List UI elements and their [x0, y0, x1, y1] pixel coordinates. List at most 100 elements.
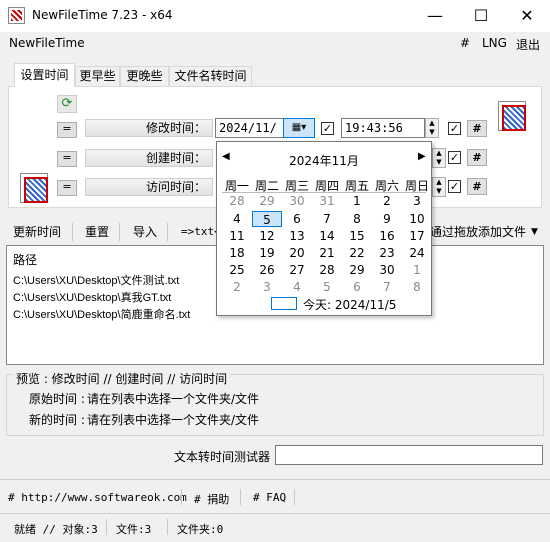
- close-button[interactable]: ✕: [504, 0, 550, 32]
- mod-date-field[interactable]: 2024/11/ 5: [215, 118, 284, 153]
- drag-drop-add-files[interactable]: 通过拖放添加文件: [430, 222, 526, 242]
- menu-app-name[interactable]: NewFileTime: [9, 36, 85, 50]
- mod-equal-button[interactable]: =: [57, 122, 77, 138]
- calendar-day[interactable]: 27: [282, 262, 312, 278]
- tab-filename-to-time[interactable]: 文件名转时间: [169, 66, 252, 87]
- calendar-day[interactable]: 1: [342, 193, 372, 209]
- mod-time-field[interactable]: 19:43:56: [341, 118, 425, 138]
- chevron-down-icon[interactable]: ▼: [531, 222, 538, 242]
- list-item[interactable]: C:\Users\XU\Desktop\文件测试.txt: [13, 272, 179, 288]
- tab-earlier[interactable]: 更早些: [75, 66, 120, 87]
- new-time-label: 新的时间 :: [29, 413, 85, 427]
- calendar-day[interactable]: 8: [402, 279, 432, 295]
- calendar-day[interactable]: 15: [342, 228, 372, 244]
- calendar-day[interactable]: 13: [282, 228, 312, 244]
- list-item[interactable]: C:\Users\XU\Desktop\简鹿重命名.txt: [13, 306, 190, 322]
- calendar-day[interactable]: 12: [252, 228, 282, 244]
- original-time-label: 原始时间 :: [29, 392, 85, 406]
- tab-later[interactable]: 更晚些: [120, 66, 169, 87]
- access-time-label: 访问时间：: [85, 178, 213, 196]
- status-divider: [0, 513, 550, 514]
- calendar-day[interactable]: 17: [402, 228, 432, 244]
- website-link[interactable]: # http://www.softwareok.com: [8, 491, 187, 504]
- mod-time-spinner[interactable]: ▲ ▼: [425, 118, 439, 138]
- calendar-day[interactable]: 9: [372, 211, 402, 227]
- faq-link[interactable]: # FAQ: [253, 491, 286, 504]
- menu-hash[interactable]: #: [460, 36, 470, 50]
- footer-divider: [0, 479, 550, 480]
- calendar-day[interactable]: 3: [402, 193, 432, 209]
- file-time-icon-left: [20, 173, 48, 203]
- calendar-day[interactable]: 3: [252, 279, 282, 295]
- mod-date-checkbox[interactable]: ✓: [321, 122, 334, 135]
- calendar-dropdown-button[interactable]: ▦▾: [283, 118, 315, 138]
- calendar-day[interactable]: 6: [342, 279, 372, 295]
- create-equal-button[interactable]: =: [57, 151, 77, 167]
- app-icon: [8, 7, 25, 24]
- calendar-day[interactable]: 7: [372, 279, 402, 295]
- calendar-day[interactable]: 26: [252, 262, 282, 278]
- calendar-day[interactable]: 5: [312, 279, 342, 295]
- calendar-day[interactable]: 4: [222, 211, 252, 227]
- donate-link[interactable]: # 捐助: [194, 491, 229, 507]
- calendar-day[interactable]: 25: [222, 262, 252, 278]
- text-to-time-tester-input[interactable]: [275, 445, 543, 465]
- list-item[interactable]: C:\Users\XU\Desktop\真我GT.txt: [13, 289, 171, 305]
- original-time-value: 请在列表中选择一个文件夹/文件: [87, 392, 260, 406]
- reset-button[interactable]: 重置: [85, 222, 109, 242]
- menu-language[interactable]: LNG: [482, 36, 507, 50]
- calendar-day[interactable]: 11: [222, 228, 252, 244]
- calendar-day[interactable]: 7: [312, 211, 342, 227]
- tab-set-time[interactable]: 设置时间: [14, 63, 75, 87]
- status-folders: 文件夹:0: [177, 523, 224, 536]
- create-hash-button[interactable]: #: [467, 149, 487, 166]
- footer-separator: [181, 489, 182, 505]
- calendar-day[interactable]: 23: [372, 245, 402, 261]
- calendar-day[interactable]: 20: [282, 245, 312, 261]
- calendar-day[interactable]: 2: [222, 279, 252, 295]
- maximize-button[interactable]: ☐: [458, 0, 504, 32]
- calendar-day[interactable]: 28: [222, 193, 252, 209]
- create-enable-checkbox[interactable]: ✓: [448, 151, 461, 164]
- calendar-day[interactable]: 8: [342, 211, 372, 227]
- calendar-day[interactable]: 2: [372, 193, 402, 209]
- import-button[interactable]: 导入: [133, 222, 157, 242]
- calendar-day[interactable]: 28: [312, 262, 342, 278]
- minimize-button[interactable]: —: [412, 0, 458, 32]
- calendar-day[interactable]: 18: [222, 245, 252, 261]
- calendar-day[interactable]: 21: [312, 245, 342, 261]
- calendar-next-month[interactable]: ▶: [418, 151, 426, 162]
- calendar-day[interactable]: 22: [342, 245, 372, 261]
- export-txt-button[interactable]: =>txt<: [181, 222, 221, 242]
- calendar-day[interactable]: 29: [252, 193, 282, 209]
- calendar-day[interactable]: 4: [282, 279, 312, 295]
- access-time-spinner[interactable]: ▲ ▼: [432, 177, 446, 197]
- calendar-day[interactable]: 16: [372, 228, 402, 244]
- calendar-day[interactable]: 30: [282, 193, 312, 209]
- refresh-icon[interactable]: ⟳: [57, 95, 77, 113]
- window-title: NewFileTime 7.23 - x64: [32, 8, 173, 22]
- calendar-today-link[interactable]: 今天: 2024/11/5: [303, 296, 396, 313]
- calendar-day[interactable]: 30: [372, 262, 402, 278]
- calendar-day[interactable]: 19: [252, 245, 282, 261]
- update-time-button[interactable]: 更新时间: [13, 222, 61, 242]
- access-hash-button[interactable]: #: [467, 178, 487, 195]
- create-time-label: 创建时间：: [85, 149, 213, 167]
- footer-separator: [240, 489, 241, 505]
- calendar-day[interactable]: 14: [312, 228, 342, 244]
- calendar-day[interactable]: 29: [342, 262, 372, 278]
- mod-enable-checkbox[interactable]: ✓: [448, 122, 461, 135]
- create-time-spinner[interactable]: ▲ ▼: [432, 148, 446, 168]
- menu-exit[interactable]: 退出: [516, 36, 540, 53]
- toolbar-separator: [119, 223, 120, 241]
- access-enable-checkbox[interactable]: ✓: [448, 180, 461, 193]
- calendar-day[interactable]: 24: [402, 245, 432, 261]
- mod-hash-button[interactable]: #: [467, 120, 487, 137]
- calendar-month-label[interactable]: 2024年11月: [216, 152, 432, 169]
- calendar-day[interactable]: 6: [282, 211, 312, 227]
- calendar-day[interactable]: 10: [402, 211, 432, 227]
- calendar-day[interactable]: 1: [402, 262, 432, 278]
- access-equal-button[interactable]: =: [57, 180, 77, 196]
- calendar-day[interactable]: 31: [312, 193, 342, 209]
- calendar-day-selected[interactable]: 5: [252, 211, 282, 227]
